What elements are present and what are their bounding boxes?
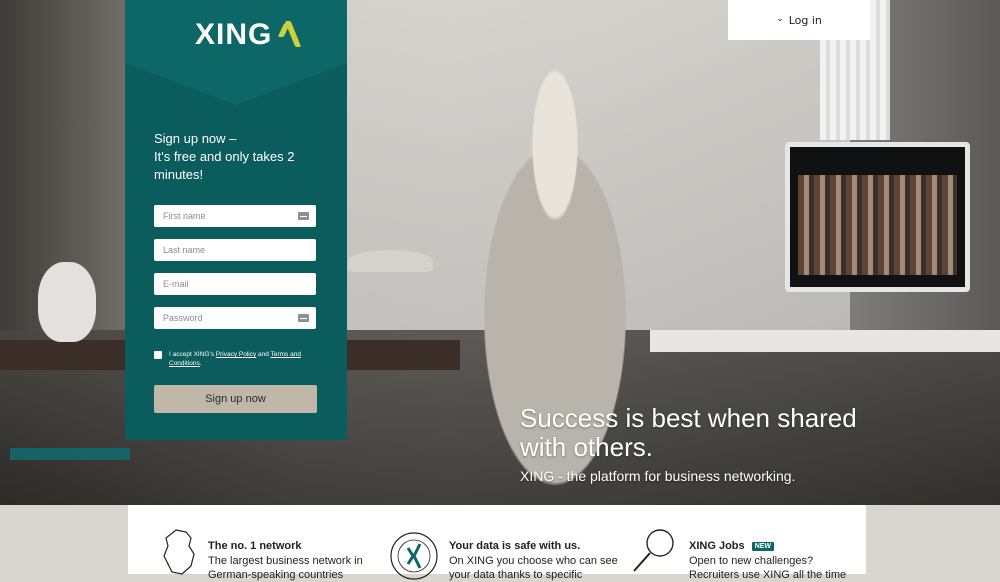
email-input[interactable] [161,278,309,290]
consent-checkbox[interactable] [154,351,162,359]
consent-text: I accept XING's Privacy Policy and Terms… [169,351,301,367]
autofill-key-icon[interactable] [298,212,309,220]
email-field[interactable] [154,273,316,295]
login-label: Log in [788,13,822,27]
new-badge: NEW [751,541,775,551]
signup-heading-line1: Sign up now – [154,131,237,146]
panel-header [125,0,347,105]
feature-jobs: XING Jobs NEW Open to new challenges? Re… [628,505,866,581]
hero-lamp [348,250,433,272]
first-name-input[interactable] [161,210,294,222]
features-bar: The no. 1 network The largest business n… [128,505,866,581]
magnifier-icon [633,529,674,572]
hero-subtitle: XING - the platform for business network… [520,468,796,484]
hero-stack-decoration [10,448,130,460]
signup-heading: Sign up now – It's free and only takes 2… [154,130,324,184]
hero-desk [650,330,1000,352]
hero-text: Success is best when shared with others.… [520,404,857,485]
feature-text-line2: German-speaking countries [208,569,344,581]
signup-button[interactable]: Sign up now [154,385,317,413]
hero-title-line1: Success is best when shared [520,403,857,433]
last-name-input[interactable] [161,244,309,256]
feature-text-line1: Open to new challenges? [689,555,814,567]
hero-monitor [785,142,970,292]
consent-prefix: I accept XING's [169,351,214,358]
feature-text-line1: On XING you choose who can see [449,555,618,567]
feature-text-line2: Recruiters use XING all the time [689,569,847,581]
jobs-title-row[interactable]: XING Jobs NEW [689,540,775,552]
password-input[interactable] [161,312,294,324]
feature-title[interactable]: XING Jobs [689,540,745,552]
germany-map-icon [163,529,195,575]
signup-heading-line3: minutes! [154,167,204,182]
chevron-down-icon: ⌄ [776,14,784,24]
login-button[interactable]: ⌄ Log in [728,0,870,40]
password-field[interactable] [154,307,316,329]
feature-text-line2: your data thanks to specific [449,569,583,581]
logo-text: XING [195,18,273,51]
feature-network: The no. 1 network The largest business n… [158,505,388,581]
signup-heading-line2: It's free and only takes 2 [154,149,295,164]
feature-text-line1: The largest business network in [208,555,363,567]
signup-panel: XING Sign up now – It's free and only ta… [125,0,347,440]
feature-title: Your data is safe with us. [449,540,581,552]
consent-row: I accept XING's Privacy Policy and Terms… [154,350,324,368]
autofill-key-icon[interactable] [298,314,309,322]
first-name-field[interactable] [154,205,316,227]
data-protection-seal-icon [390,532,438,580]
last-name-field[interactable] [154,239,316,261]
hero-vase [38,262,96,342]
hero-title-line2: with others. [520,432,653,462]
xing-x-icon [278,21,302,49]
hero-title: Success is best when shared with others. [520,404,857,462]
privacy-policy-link[interactable]: Privacy Policy [216,351,256,358]
feature-data-safety: Your data is safe with us. On XING you c… [388,505,618,581]
consent-and: and [258,351,269,358]
xing-logo[interactable]: XING [195,18,302,52]
feature-title: The no. 1 network [208,540,302,552]
